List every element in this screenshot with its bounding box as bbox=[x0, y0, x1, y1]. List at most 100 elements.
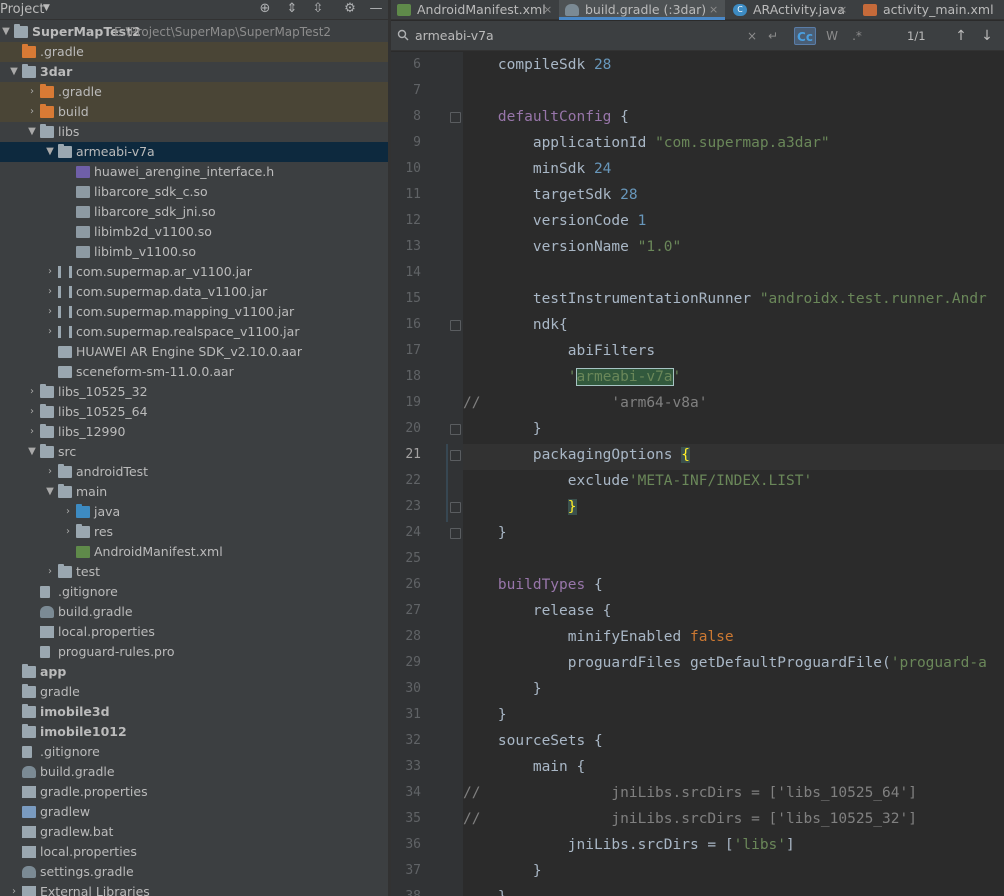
tree-item[interactable]: sceneform-sm-11.0.0.aar bbox=[0, 362, 388, 382]
vcs-change-marker[interactable] bbox=[446, 444, 448, 522]
tree-item[interactable]: › libs_12990 bbox=[0, 422, 388, 442]
search-icon[interactable] bbox=[397, 29, 409, 41]
tree-item[interactable]: gradlew.bat bbox=[0, 822, 388, 842]
tab-aractivity[interactable]: C ARActivity.java × bbox=[727, 0, 851, 20]
tab-build-gradle[interactable]: build.gradle (:3dar) × bbox=[559, 0, 725, 20]
gear-icon[interactable]: ⚙ bbox=[342, 1, 358, 17]
hide-icon[interactable]: — bbox=[368, 1, 384, 17]
tree-item[interactable]: › com.supermap.data_v1100.jar bbox=[0, 282, 388, 302]
chevron-right-icon[interactable]: › bbox=[26, 102, 38, 122]
chevron-right-icon[interactable]: › bbox=[26, 402, 38, 422]
tree-item[interactable]: › test bbox=[0, 562, 388, 582]
tree-item[interactable]: gradle.properties bbox=[0, 782, 388, 802]
tree-item[interactable]: AndroidManifest.xml bbox=[0, 542, 388, 562]
chevron-right-icon[interactable]: › bbox=[26, 82, 38, 102]
tree-item[interactable]: › java bbox=[0, 502, 388, 522]
fold-marker-icon[interactable] bbox=[450, 502, 461, 513]
line-number-gutter[interactable]: 6 7 8 9 10 11 12 13 14 15 16 17 18 19 20 21 22 23 24 25 26 27… bbox=[391, 52, 463, 896]
close-icon[interactable]: × bbox=[838, 0, 847, 20]
tree-item[interactable]: ▼ main bbox=[0, 482, 388, 502]
tree-item[interactable]: › build bbox=[0, 102, 388, 122]
collapse-all-icon[interactable]: ⇳ bbox=[310, 1, 326, 17]
tree-item[interactable]: libarcore_sdk_jni.so bbox=[0, 202, 388, 222]
tree-item[interactable]: .gitignore bbox=[0, 742, 388, 762]
tree-item[interactable]: ▼ armeabi-v7a bbox=[0, 142, 388, 162]
tree-item[interactable]: settings.gradle bbox=[0, 862, 388, 882]
chevron-down-icon[interactable]: ▼ bbox=[43, 3, 50, 13]
tree-item[interactable]: proguard-rules.pro bbox=[0, 642, 388, 662]
tree-item-label: libs_12990 bbox=[58, 424, 126, 439]
tree-item[interactable]: libarcore_sdk_c.so bbox=[0, 182, 388, 202]
regex-toggle[interactable]: .* bbox=[849, 27, 865, 45]
tree-item[interactable]: libimb2d_v1100.so bbox=[0, 222, 388, 242]
match-case-toggle[interactable]: Cc bbox=[794, 27, 816, 45]
tree-item[interactable]: imobile3d bbox=[0, 702, 388, 722]
tree-item[interactable]: huawei_arengine_interface.h bbox=[0, 162, 388, 182]
chevron-down-icon[interactable]: ▼ bbox=[26, 442, 38, 462]
tree-item[interactable]: › com.supermap.realspace_v1100.jar bbox=[0, 322, 388, 342]
tree-item[interactable]: › External Libraries bbox=[0, 882, 388, 896]
chevron-right-icon[interactable]: › bbox=[44, 282, 56, 302]
tree-item[interactable]: › libs_10525_64 bbox=[0, 402, 388, 422]
tree-item[interactable]: libimb_v1100.so bbox=[0, 242, 388, 262]
chevron-down-icon[interactable]: ▼ bbox=[44, 482, 56, 502]
tab-androidmanifest[interactable]: AndroidManifest.xml × bbox=[391, 0, 557, 20]
chevron-down-icon[interactable]: ▼ bbox=[0, 22, 12, 42]
tree-item[interactable]: › .gradle bbox=[0, 82, 388, 102]
fold-marker-icon[interactable] bbox=[450, 528, 461, 539]
tree-item[interactable]: .gradle bbox=[0, 42, 388, 62]
fold-marker-icon[interactable] bbox=[450, 424, 461, 435]
chevron-right-icon[interactable]: › bbox=[62, 502, 74, 522]
tree-item[interactable]: › libs_10525_32 bbox=[0, 382, 388, 402]
tree-item[interactable]: build.gradle bbox=[0, 602, 388, 622]
chevron-right-icon[interactable]: › bbox=[62, 522, 74, 542]
chevron-right-icon[interactable]: › bbox=[26, 422, 38, 442]
tree-item[interactable]: build.gradle bbox=[0, 762, 388, 782]
search-input[interactable]: armeabi-v7a bbox=[415, 28, 494, 43]
tree-item[interactable]: › com.supermap.mapping_v1100.jar bbox=[0, 302, 388, 322]
tree-item[interactable]: › androidTest bbox=[0, 462, 388, 482]
chevron-right-icon[interactable]: › bbox=[44, 562, 56, 582]
tree-item[interactable]: gradle bbox=[0, 682, 388, 702]
fold-marker-icon[interactable] bbox=[450, 320, 461, 331]
tree-item[interactable]: gradlew bbox=[0, 802, 388, 822]
tree-item[interactable]: HUAWEI AR Engine SDK_v2.10.0.aar bbox=[0, 342, 388, 362]
tree-item[interactable]: imobile1012 bbox=[0, 722, 388, 742]
tree-item[interactable]: local.properties bbox=[0, 622, 388, 642]
chevron-right-icon[interactable]: › bbox=[26, 382, 38, 402]
arrow-down-icon[interactable]: ↓ bbox=[979, 27, 995, 45]
code-editor[interactable]: compileSdk 28 defaultConfig { applicatio… bbox=[463, 52, 1004, 896]
tree-item[interactable]: .gitignore bbox=[0, 582, 388, 602]
project-panel-header: Project ▼ ⊕ ⇕ ⇳ ⚙ — bbox=[0, 0, 388, 20]
tree-item[interactable]: ▼ 3dar bbox=[0, 62, 388, 82]
tab-activity-main[interactable]: activity_main.xml bbox=[857, 0, 1004, 20]
tree-item[interactable]: ▼ src bbox=[0, 442, 388, 462]
chevron-down-icon[interactable]: ▼ bbox=[8, 62, 20, 82]
tree-item[interactable]: ▼ SuperMapTest2 E:\Project\SuperMap\SuperM… bbox=[0, 22, 388, 42]
line-number: 6 bbox=[413, 57, 421, 72]
clear-search-icon[interactable]: × bbox=[745, 27, 759, 45]
tree-item[interactable]: app bbox=[0, 662, 388, 682]
tree-item[interactable]: › com.supermap.ar_v1100.jar bbox=[0, 262, 388, 282]
tree-item[interactable]: ▼ libs bbox=[0, 122, 388, 142]
tree-item[interactable]: local.properties bbox=[0, 842, 388, 862]
locate-icon[interactable]: ⊕ bbox=[257, 1, 273, 17]
chevron-down-icon[interactable]: ▼ bbox=[44, 142, 56, 162]
new-line-icon[interactable]: ↵ bbox=[765, 27, 781, 45]
whole-words-toggle[interactable]: W bbox=[823, 27, 841, 45]
tree-item[interactable]: › res bbox=[0, 522, 388, 542]
chevron-right-icon[interactable]: › bbox=[44, 302, 56, 322]
project-view-selector[interactable]: Project bbox=[0, 2, 44, 17]
close-icon[interactable]: × bbox=[543, 0, 552, 20]
expand-all-icon[interactable]: ⇕ bbox=[284, 1, 300, 17]
arrow-up-icon[interactable]: ↑ bbox=[953, 27, 969, 45]
close-icon[interactable]: × bbox=[709, 0, 718, 20]
folder-icon bbox=[22, 724, 36, 738]
chevron-right-icon[interactable]: › bbox=[44, 462, 56, 482]
fold-marker-icon[interactable] bbox=[450, 450, 461, 461]
chevron-right-icon[interactable]: › bbox=[8, 882, 20, 896]
chevron-right-icon[interactable]: › bbox=[44, 322, 56, 342]
chevron-right-icon[interactable]: › bbox=[44, 262, 56, 282]
fold-marker-icon[interactable] bbox=[450, 112, 461, 123]
chevron-down-icon[interactable]: ▼ bbox=[26, 122, 38, 142]
